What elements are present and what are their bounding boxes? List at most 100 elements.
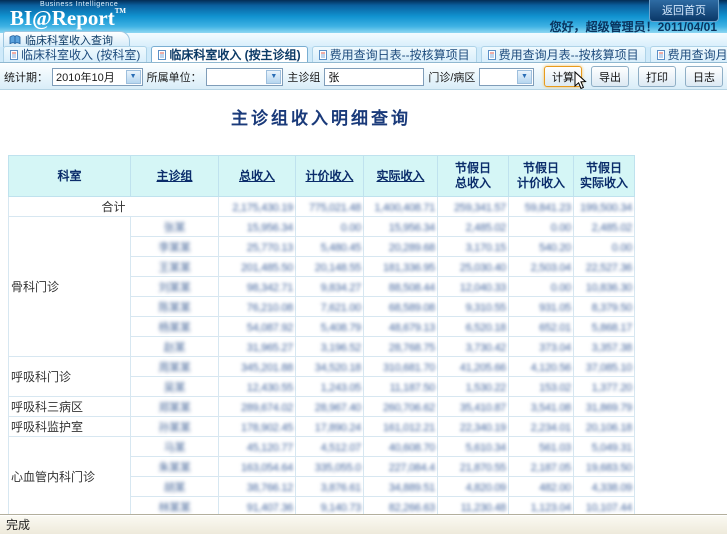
table-row: 骨科门诊张某15,956.340.0015,956.342,485.020.00… [9,217,635,237]
value-cell: 3,541.08 [509,397,574,417]
value-cell: 5,408.79 [296,317,364,337]
table-row: 心血管内科门诊马某45,120.774,512.0740,608.705,610… [9,437,635,457]
table-row: 呼吸科门诊周某某345,201.8834,520.18310,681.7041,… [9,357,635,377]
page-icon [158,50,166,60]
group-name-cell: 赵某 [131,337,219,357]
log-button[interactable]: 日志 [685,66,723,87]
export-button[interactable]: 导出 [591,66,629,87]
value-cell: 178,902.45 [219,417,296,437]
value-cell: 310,681.70 [364,357,438,377]
value-cell: 98,342.71 [219,277,296,297]
value-cell: 20,148.55 [296,257,364,277]
group-name-cell: 孙某某 [131,417,219,437]
value-cell: 45,120.77 [219,437,296,457]
value-cell: 40,608.70 [364,437,438,457]
column-header[interactable]: 总收入 [219,156,296,197]
chevron-down-icon[interactable]: ▼ [266,70,281,84]
value-cell: 22,340.19 [438,417,509,437]
tab-fee-monthly-by-item[interactable]: 费用查询月表--按核算项目 [481,46,646,62]
value-cell: 1,243.05 [296,377,364,397]
value-cell: 22,527.36 [574,257,635,277]
value-cell: 5,610.34 [438,437,509,457]
value-cell: 289,674.02 [219,397,296,417]
value-cell: 11,230.48 [438,497,509,515]
unit-label: 所属单位： [147,69,202,85]
group-input[interactable] [324,68,424,86]
value-cell: 37,085.10 [574,357,635,377]
chevron-down-icon[interactable]: ▼ [126,70,141,84]
value-cell: 259,341.57 [438,197,509,217]
value-cell: 6,520.18 [438,317,509,337]
column-header[interactable]: 实际收入 [364,156,438,197]
period-select[interactable]: 2010年10月 ▼ [52,68,143,86]
value-cell: 38,766.12 [219,477,296,497]
value-cell: 82,266.63 [364,497,438,515]
value-cell: 31,869.79 [574,397,635,417]
value-cell: 345,201.88 [219,357,296,377]
column-header[interactable]: 计价收入 [296,156,364,197]
value-cell: 652.01 [509,317,574,337]
tab-income-by-group[interactable]: 临床科室收入 (按主诊组) [151,46,307,62]
value-cell: 21,870.55 [438,457,509,477]
filter-bar: 统计期： 2010年10月 ▼ 所属单位： ▼ 主诊组 门诊/病区 ▼ 计算 导… [0,64,727,90]
value-cell: 12,040.33 [438,277,509,297]
value-cell: 260,706.62 [364,397,438,417]
value-cell: 68,589.08 [364,297,438,317]
tab-label: 临床科室收入 (按主诊组) [169,46,300,63]
dept-cell: 心血管内科门诊 [9,437,131,515]
value-cell: 2,485.02 [438,217,509,237]
tab-label: 费用查询月表--按科室 [668,46,727,63]
dept-cell: 呼吸科门诊 [9,357,131,397]
unit-select[interactable]: ▼ [206,68,284,86]
value-cell: 15,956.34 [219,217,296,237]
value-cell: 775,021.48 [296,197,364,217]
value-cell: 35,410.87 [438,397,509,417]
value-cell: 199,500.34 [574,197,635,217]
value-cell: 4,820.09 [438,477,509,497]
area-select[interactable]: ▼ [479,68,534,86]
value-cell: 9,310.55 [438,297,509,317]
value-cell: 153.02 [509,377,574,397]
value-cell: 1,530.22 [438,377,509,397]
table-row: 呼吸科监护室孙某某178,902.4517,890.24161,012.2122… [9,417,635,437]
value-cell: 201,485.50 [219,257,296,277]
tab-fee-daily-by-item[interactable]: 费用查询日表--按核算项目 [312,46,477,62]
value-cell: 1,123.04 [509,497,574,515]
print-button[interactable]: 打印 [638,66,676,87]
value-cell: 335,055.0 [296,457,364,477]
value-cell: 54,087.92 [219,317,296,337]
value-cell: 17,890.24 [296,417,364,437]
value-cell: 9,834.27 [296,277,364,297]
top-banner: Business Intelligence BI@ReportTM 返回首页 您… [0,0,727,33]
group-label: 主诊组 [287,69,320,85]
value-cell: 1,400,408.71 [364,197,438,217]
value-cell: 91,407.36 [219,497,296,515]
value-cell: 11,187.50 [364,377,438,397]
status-bar: 完成 [0,514,727,534]
report-tab-bar: 临床科室收入 (按科室) 临床科室收入 (按主诊组) 费用查询日表--按核算项目… [0,47,727,63]
table-row: 呼吸科三病区郑某某289,674.0228,967.40260,706.6235… [9,397,635,417]
period-value: 2010年10月 [56,69,115,85]
value-cell: 227,084.4 [364,457,438,477]
page-icon [319,50,327,60]
value-cell: 8,379.50 [574,297,635,317]
tab-fee-monthly-by-dept[interactable]: 费用查询月表--按科室 [650,46,727,62]
tab-income-by-dept[interactable]: 临床科室收入 (按科室) [3,46,147,62]
value-cell: 25,030.40 [438,257,509,277]
group-name-cell: 刘某某 [131,277,219,297]
value-cell: 161,012.21 [364,417,438,437]
value-cell: 0.00 [509,217,574,237]
value-cell: 1,377.20 [574,377,635,397]
brand-title: BI@ReportTM [10,8,126,29]
book-icon [9,35,21,45]
value-cell: 4,120.56 [509,357,574,377]
value-cell: 163,054.64 [219,457,296,477]
value-cell: 561.03 [509,437,574,457]
chevron-down-icon[interactable]: ▼ [517,70,532,84]
value-cell: 931.05 [509,297,574,317]
column-header[interactable]: 主诊组 [131,156,219,197]
value-cell: 2,234.01 [509,417,574,437]
value-cell: 12,430.55 [219,377,296,397]
value-cell: 3,357.38 [574,337,635,357]
value-cell: 20,289.68 [364,237,438,257]
